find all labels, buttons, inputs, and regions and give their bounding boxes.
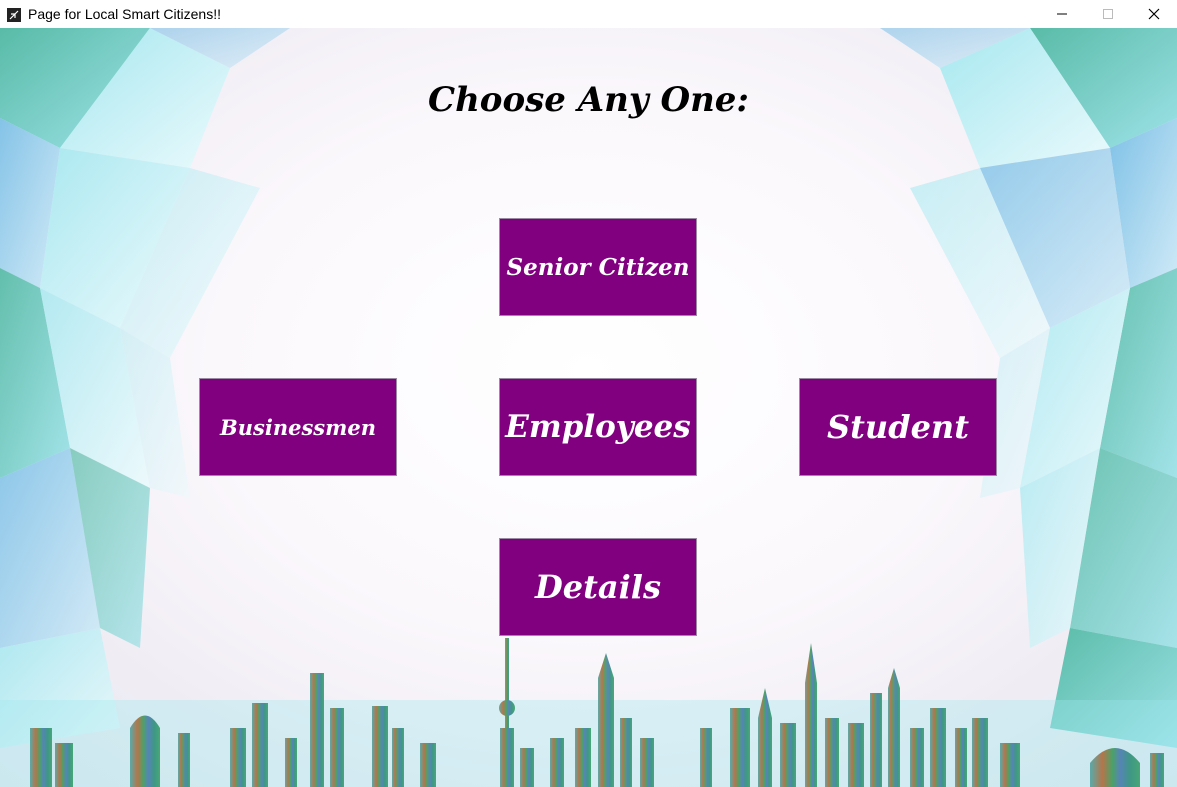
close-icon [1148, 8, 1160, 20]
maximize-icon [1103, 9, 1113, 19]
page-heading: Choose Any One: [428, 80, 749, 120]
minimize-icon [1057, 13, 1067, 15]
maximize-button[interactable] [1085, 0, 1131, 28]
student-button[interactable]: Student [799, 378, 997, 476]
close-button[interactable] [1131, 0, 1177, 28]
window-title: Page for Local Smart Citizens!! [28, 6, 221, 22]
main-content: Choose Any One: Senior Citizen Businessm… [0, 28, 1177, 787]
details-button[interactable]: Details [499, 538, 697, 636]
employees-button[interactable]: Employees [499, 378, 697, 476]
businessmen-button[interactable]: Businessmen [199, 378, 397, 476]
feather-app-icon [7, 7, 21, 22]
minimize-button[interactable] [1039, 0, 1085, 28]
senior-citizen-button[interactable]: Senior Citizen [499, 218, 697, 316]
title-bar: Page for Local Smart Citizens!! [0, 0, 1177, 28]
